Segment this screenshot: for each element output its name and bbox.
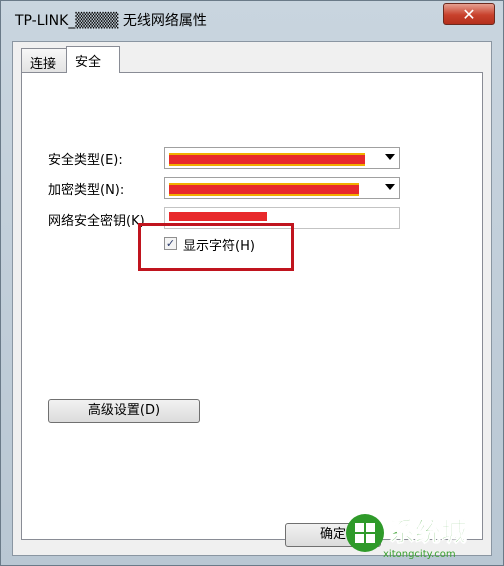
advanced-settings-button[interactable]: 高级设置(D) — [48, 399, 200, 423]
close-icon: ✕ — [462, 5, 476, 24]
chevron-down-icon — [385, 154, 395, 160]
watermark-url: xitongcity.com — [383, 549, 456, 560]
highlight-annotation — [138, 223, 294, 271]
redacted-value — [169, 183, 359, 196]
watermark-logo: 系统城 xitongcity.com — [346, 514, 467, 560]
tab-connection[interactable]: 连接 — [21, 48, 67, 72]
watermark-circle — [346, 514, 384, 552]
windows-logo-icon — [355, 523, 364, 532]
network-key-label: 网络安全密钥(K) — [48, 214, 145, 229]
redacted-value — [169, 212, 267, 221]
security-tab-panel: 安全类型(E): 加密类型(N): 网络安全密钥(K) ✓ 显示字符(H) 高级… — [21, 72, 483, 540]
security-type-select[interactable] — [164, 147, 400, 169]
windows-logo-icon — [355, 534, 364, 543]
tab-security-label: 安全 — [75, 55, 102, 70]
window-title: TP-LINK_▒▒▒▒ 无线网络属性 — [15, 13, 207, 29]
watermark-text: 系统城 — [389, 517, 467, 548]
redacted-value — [169, 153, 365, 166]
tab-connection-label: 连接 — [30, 57, 57, 72]
encryption-type-label: 加密类型(N): — [48, 183, 125, 198]
tab-security[interactable]: 安全 — [66, 46, 120, 73]
properties-window: TP-LINK_▒▒▒▒ 无线网络属性 ✕ 连接 安全 安全类型(E): 加密类… — [0, 0, 504, 566]
close-button[interactable]: ✕ — [443, 3, 495, 25]
windows-logo-icon — [366, 523, 375, 532]
windows-logo-icon — [366, 534, 375, 543]
encryption-type-select[interactable] — [164, 177, 400, 199]
title-bar[interactable]: TP-LINK_▒▒▒▒ 无线网络属性 ✕ — [1, 1, 503, 37]
security-type-label: 安全类型(E): — [48, 153, 123, 168]
dialog-client-area: 连接 安全 安全类型(E): 加密类型(N): 网络安全密钥(K) ✓ 显示字符… — [12, 41, 492, 556]
chevron-down-icon — [385, 184, 395, 190]
